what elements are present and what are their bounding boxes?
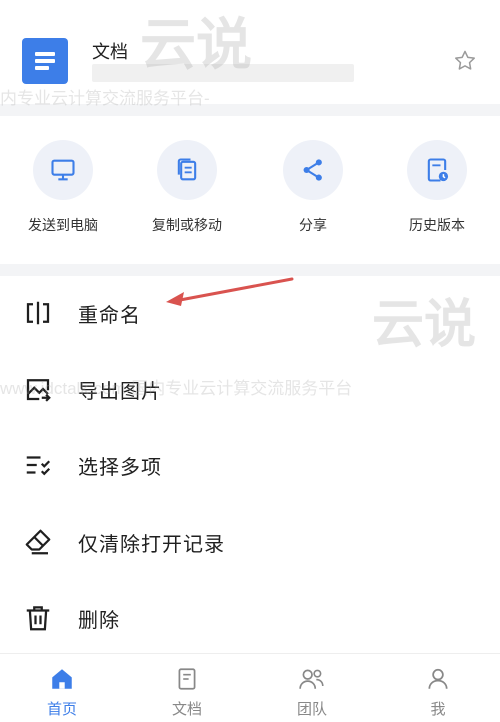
document-icon <box>147 664 227 694</box>
nav-tab-documents[interactable]: 文档 <box>147 664 227 719</box>
nav-tab-label: 我 <box>430 701 446 718</box>
nav-tab-team[interactable]: 团队 <box>272 664 352 719</box>
nav-tab-label: 文档 <box>171 701 202 718</box>
nav-tab-home[interactable]: 首页 <box>22 664 102 719</box>
nav-tab-me[interactable]: 我 <box>398 664 478 719</box>
annotation-arrow <box>166 277 294 306</box>
person-icon <box>398 664 478 694</box>
team-icon <box>272 664 352 694</box>
home-icon <box>22 664 102 694</box>
nav-tab-label: 首页 <box>46 701 77 718</box>
bottom-nav: 首页 文档 团队 我 <box>0 653 500 722</box>
nav-tab-label: 团队 <box>296 701 327 718</box>
